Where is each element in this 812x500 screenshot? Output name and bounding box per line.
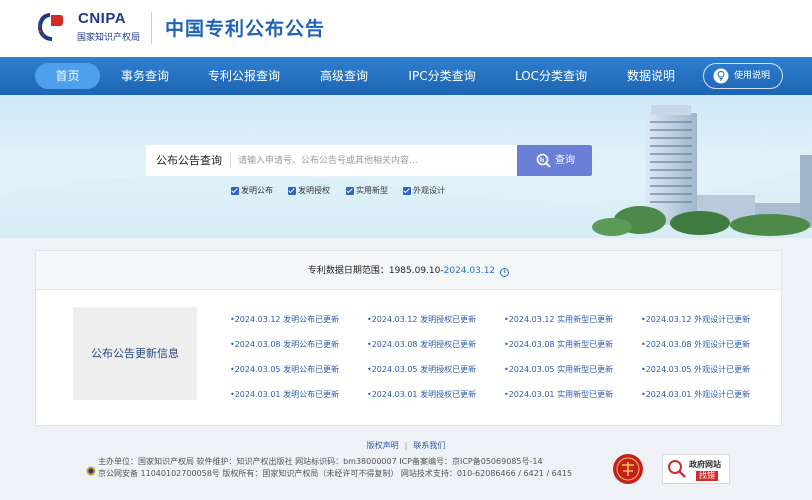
footer-link-separator: |: [404, 441, 408, 450]
search-icon: [536, 153, 551, 168]
nav-ipc-query[interactable]: IPC分类查询: [402, 63, 482, 89]
logo-text: CNIPA: [78, 10, 127, 27]
update-link[interactable]: •2024.03.05 实用新型已更新: [504, 364, 613, 375]
update-link[interactable]: •2024.03.12 发明公布已更新: [230, 314, 339, 325]
contact-link[interactable]: 联系我们: [413, 441, 445, 450]
checkbox-checked-icon: [231, 187, 239, 195]
checkbox-label: 发明公布: [241, 186, 273, 195]
checkbox-label: 发明授权: [298, 186, 330, 195]
logo-subtitle: 国家知识产权局: [77, 33, 141, 43]
nav-home[interactable]: 首页: [35, 63, 100, 89]
update-link[interactable]: •2024.03.05 发明公布已更新: [230, 364, 339, 375]
range-end: 2024.03.12: [443, 266, 496, 276]
accessibility-badge-icon[interactable]: [612, 453, 644, 485]
update-link[interactable]: •2024.03.05 发明授权已更新: [367, 364, 476, 375]
main-nav: 首页 事务查询 专利公报查询 高级查询 IPC分类查询 LOC分类查询 数据说明…: [0, 57, 812, 95]
checkbox-checked-icon: [288, 187, 296, 195]
checkbox-invention-publication[interactable]: 发明公布: [231, 185, 273, 199]
search-button[interactable]: 查询: [517, 145, 592, 176]
search-button-label: 查询: [555, 155, 575, 166]
data-range-panel: 专利数据日期范围：1985.09.10-2024.03.12 i: [35, 250, 782, 290]
update-link[interactable]: •2024.03.12 实用新型已更新: [504, 314, 613, 325]
cnipa-logo-icon[interactable]: [36, 11, 64, 43]
lightbulb-icon: [713, 68, 729, 84]
nav-data-description[interactable]: 数据说明: [620, 63, 682, 89]
site-title[interactable]: 中国专利公布公告: [165, 14, 325, 41]
checkbox-utility-model[interactable]: 实用新型: [346, 185, 388, 199]
search-separator: [230, 153, 231, 168]
checkbox-checked-icon: [403, 187, 411, 195]
update-link[interactable]: •2024.03.01 发明授权已更新: [367, 389, 476, 400]
footer-sponsor-line: 主办单位：国家知识产权局 软件维护：知识产权出版社 网站标识码：bm380000…: [98, 457, 543, 466]
range-start: 1985.09.10-: [388, 266, 444, 276]
update-link[interactable]: •2024.03.08 实用新型已更新: [504, 339, 613, 350]
magnifier-icon: [668, 460, 686, 478]
update-link[interactable]: •2024.03.01 外观设计已更新: [641, 389, 750, 400]
checkbox-label: 实用新型: [356, 186, 388, 195]
search-banner: 公布公告查询 查询 发明公布 发明授权 实用新型 外观设计: [0, 95, 812, 238]
updates-panel: 公布公告更新信息 •2024.03.12 发明公布已更新 •2024.03.08…: [35, 290, 782, 426]
search-label: 公布公告查询: [156, 154, 222, 167]
range-prefix: 专利数据日期范围：: [307, 266, 389, 276]
search-box: 公布公告查询 查询: [146, 145, 592, 176]
update-link[interactable]: •2024.03.05 外观设计已更新: [641, 364, 750, 375]
data-range-text: 专利数据日期范围：1985.09.10-2024.03.12 i: [36, 263, 781, 277]
gov-badge-title: 政府网站: [689, 460, 721, 469]
gov-site-error-badge[interactable]: 政府网站 找错: [662, 454, 730, 484]
site-header: CNIPA 国家知识产权局 中国专利公布公告: [0, 0, 812, 57]
footer-links: 版权声明 | 联系我们: [0, 440, 812, 451]
footer-copyright-line: 京公网安备 11040102700058号 版权所有：国家知识产权局（未经许可不…: [98, 469, 573, 478]
help-label: 使用说明: [734, 71, 771, 81]
update-link[interactable]: •2024.03.12 外观设计已更新: [641, 314, 750, 325]
checkbox-design[interactable]: 外观设计: [403, 185, 445, 199]
update-link[interactable]: •2024.03.08 发明授权已更新: [367, 339, 476, 350]
checkbox-invention-grant[interactable]: 发明授权: [288, 185, 330, 199]
info-icon[interactable]: i: [500, 268, 510, 277]
copyright-link[interactable]: 版权声明: [367, 441, 399, 450]
update-link[interactable]: •2024.03.08 外观设计已更新: [641, 339, 750, 350]
header-divider: [151, 12, 152, 44]
nav-affairs-query[interactable]: 事务查询: [114, 63, 176, 89]
checkbox-checked-icon: [346, 187, 354, 195]
nav-advanced-query[interactable]: 高级查询: [313, 63, 375, 89]
update-link[interactable]: •2024.03.08 发明公布已更新: [230, 339, 339, 350]
update-link[interactable]: •2024.03.01 实用新型已更新: [504, 389, 613, 400]
search-input[interactable]: [238, 145, 516, 176]
nav-loc-query[interactable]: LOC分类查询: [508, 63, 594, 89]
update-link[interactable]: •2024.03.12 发明授权已更新: [367, 314, 476, 325]
checkbox-label: 外观设计: [413, 186, 445, 195]
police-badge-icon[interactable]: [86, 466, 96, 476]
updates-label: 公布公告更新信息: [73, 307, 197, 400]
update-link[interactable]: •2024.03.01 发明公布已更新: [230, 389, 339, 400]
help-button[interactable]: 使用说明: [703, 63, 783, 89]
gov-badge-action: 找错: [696, 471, 718, 481]
nav-gazette-query[interactable]: 专利公报查询: [204, 63, 284, 89]
